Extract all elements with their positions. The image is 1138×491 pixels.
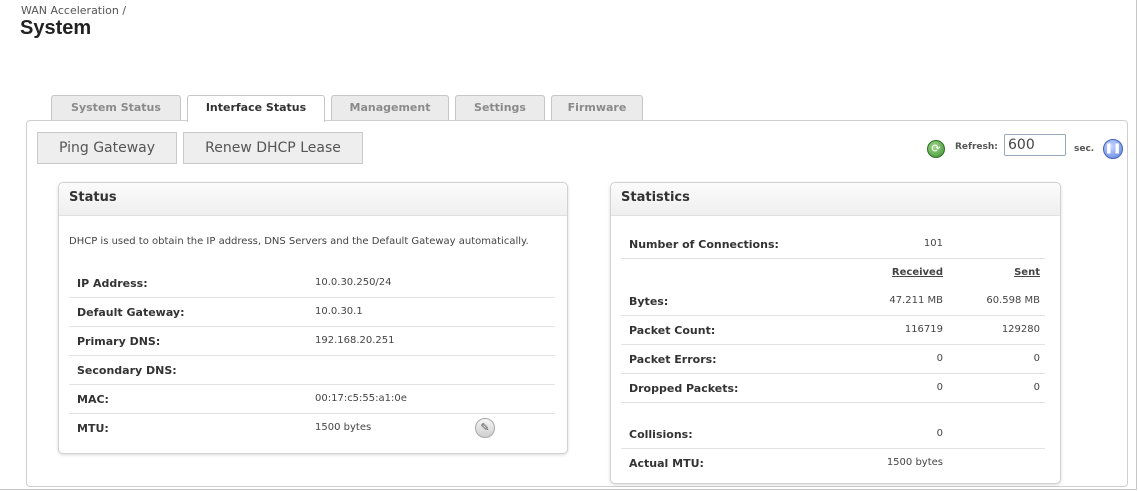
statistics-title: Statistics	[611, 183, 1060, 216]
status-title: Status	[59, 183, 567, 216]
mac-label: MAC:	[77, 393, 109, 406]
status-row-gateway: Default Gateway: 10.0.30.1	[69, 298, 555, 327]
bytes-sent: 60.598 MB	[986, 295, 1040, 306]
packet-count-sent: 129280	[1001, 324, 1040, 335]
edit-mtu-icon[interactable]: ✎	[475, 418, 495, 438]
packet-count-label: Packet Count:	[629, 324, 716, 337]
actual-mtu-label: Actual MTU:	[629, 457, 704, 470]
tab-system-status[interactable]: System Status	[51, 95, 181, 120]
statistics-box: Statistics Number of Connections: 101 Re…	[610, 182, 1061, 484]
refresh-label: Refresh:	[955, 142, 998, 152]
mtu-value: 1500 bytes	[315, 422, 372, 433]
packet-errors-row: Packet Errors: 0 0	[621, 345, 1045, 374]
tab-firmware[interactable]: Firmware	[551, 95, 643, 120]
primary-dns-label: Primary DNS:	[77, 335, 161, 348]
dropped-packets-sent: 0	[1033, 382, 1040, 393]
bytes-row: Bytes: 47.211 MB 60.598 MB	[621, 287, 1045, 316]
connections-label: Number of Connections:	[629, 238, 779, 251]
dropped-packets-label: Dropped Packets:	[629, 382, 739, 395]
collisions-label: Collisions:	[629, 428, 693, 441]
renew-dhcp-lease-button[interactable]: Renew DHCP Lease	[183, 132, 363, 164]
status-row-secondary-dns: Secondary DNS:	[69, 356, 555, 385]
refresh-icon[interactable]: ⟳	[927, 140, 945, 158]
actual-mtu-row: Actual MTU: 1500 bytes	[621, 449, 1045, 477]
tab-interface-status[interactable]: Interface Status	[187, 95, 325, 122]
seconds-label: sec.	[1074, 144, 1095, 154]
ip-address-label: IP Address:	[77, 277, 148, 290]
packet-errors-sent: 0	[1033, 353, 1040, 364]
status-row-mac: MAC: 00:17:c5:55:a1:0e	[69, 385, 555, 414]
refresh-interval-input[interactable]	[1004, 134, 1066, 156]
collisions-value: 0	[936, 428, 943, 439]
mac-value: 00:17:c5:55:a1:0e	[315, 393, 407, 404]
pause-icon[interactable]: ❚❚	[1103, 139, 1123, 159]
received-header: Received	[891, 267, 943, 278]
ping-gateway-button[interactable]: Ping Gateway	[37, 132, 177, 164]
packet-count-row: Packet Count: 116719 129280	[621, 316, 1045, 345]
tab-settings[interactable]: Settings	[455, 95, 545, 120]
default-gateway-value: 10.0.30.1	[315, 306, 363, 317]
ip-address-value: 10.0.30.250/24	[315, 277, 392, 288]
breadcrumb[interactable]: WAN Acceleration /	[21, 4, 126, 17]
dropped-packets-received: 0	[936, 382, 943, 393]
tab-management[interactable]: Management	[331, 95, 449, 120]
packet-errors-received: 0	[936, 353, 943, 364]
default-gateway-label: Default Gateway:	[77, 306, 185, 319]
sent-header: Sent	[1014, 267, 1040, 278]
connections-value: 101	[923, 238, 943, 249]
bytes-received: 47.211 MB	[889, 295, 943, 306]
status-row-ip: IP Address: 10.0.30.250/24	[69, 269, 555, 298]
status-box: Status DHCP is used to obtain the IP add…	[58, 182, 568, 454]
dhcp-description: DHCP is used to obtain the IP address, D…	[69, 236, 529, 247]
collisions-row: Collisions: 0	[621, 420, 1045, 449]
bytes-label: Bytes:	[629, 295, 669, 308]
status-row-primary-dns: Primary DNS: 192.168.20.251	[69, 327, 555, 356]
secondary-dns-label: Secondary DNS:	[77, 364, 177, 377]
packet-count-received: 116719	[904, 324, 943, 335]
status-row-mtu: MTU: 1500 bytes ✎	[69, 414, 555, 442]
connections-row: Number of Connections: 101	[621, 230, 1045, 259]
page-title: System	[20, 17, 92, 39]
packet-errors-label: Packet Errors:	[629, 353, 717, 366]
primary-dns-value: 192.168.20.251	[315, 335, 395, 346]
mtu-label: MTU:	[77, 422, 109, 435]
column-header-row: Received Sent	[621, 259, 1045, 287]
actual-mtu-value: 1500 bytes	[886, 457, 943, 468]
dropped-packets-row: Dropped Packets: 0 0	[621, 374, 1045, 403]
